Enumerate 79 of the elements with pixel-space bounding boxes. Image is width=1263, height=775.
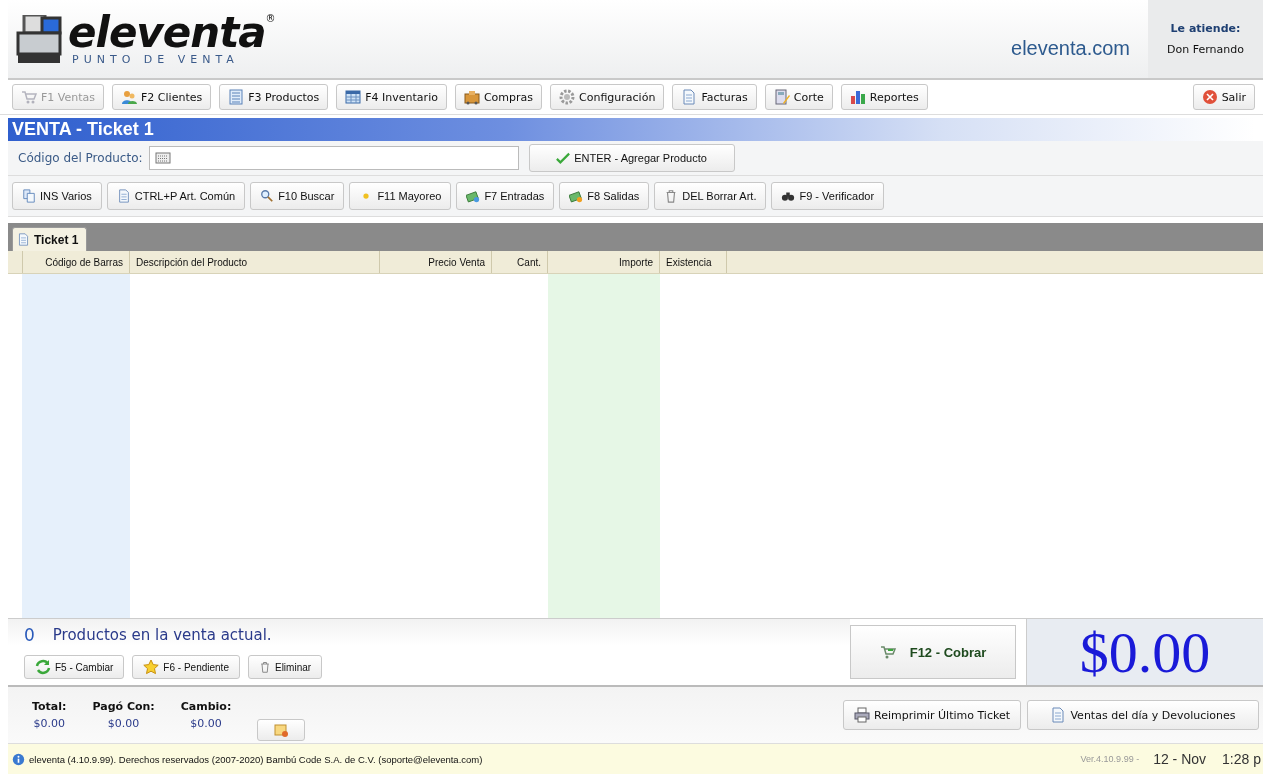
column-header[interactable]: Cant.: [492, 251, 548, 273]
column-header[interactable]: Descripción del Producto: [130, 251, 380, 273]
column-header[interactable]: Existencia: [660, 251, 727, 273]
document-icon: [17, 233, 30, 246]
cart-icon: [879, 644, 896, 660]
total-value: $0.00: [107, 717, 140, 730]
ticket-button[interactable]: Eliminar: [247, 655, 323, 679]
money-icon: [466, 189, 481, 203]
action-button[interactable]: F9 - Verificador: [771, 182, 885, 210]
registered-mark: ®: [265, 12, 275, 26]
action-button[interactable]: F7 Entradas: [456, 182, 555, 210]
list-icon: [228, 89, 245, 105]
date-text: 12 - Nov: [1153, 751, 1207, 767]
nav-button[interactable]: F3 Productos: [219, 84, 329, 110]
action-button[interactable]: F11 Mayoreo: [349, 182, 452, 210]
column-header[interactable]: Importe: [548, 251, 660, 273]
action-button[interactable]: F10 Buscar: [250, 182, 345, 210]
total-value: $0.00: [33, 717, 65, 730]
charge-button[interactable]: F12 - Cobrar: [850, 625, 1016, 679]
action-button[interactable]: CTRL+P Art. Común: [106, 182, 246, 210]
people-icon: [121, 89, 138, 105]
product-count: 0: [24, 625, 35, 645]
field-label: Código del Producto:: [18, 151, 143, 165]
column-header[interactable]: Código de Barras: [22, 251, 130, 273]
logo-tagline: PUNTO DE VENTA: [71, 52, 240, 66]
ticket-tab[interactable]: Ticket 1: [12, 227, 88, 251]
nav-button[interactable]: Facturas: [672, 84, 757, 110]
info-icon: [12, 752, 25, 766]
documents-icon: [22, 189, 36, 203]
money-icon: [569, 189, 584, 203]
column-header[interactable]: Precio Venta: [380, 251, 492, 273]
action-button[interactable]: F8 Salidas: [559, 182, 650, 210]
calculator-pencil-icon: [773, 89, 790, 105]
settings-icon: [559, 89, 576, 105]
logo-wordmark: eleventa: [68, 12, 266, 53]
check-icon: [556, 151, 571, 165]
attendant-label: Le atiende:: [1170, 22, 1241, 35]
copyright-text: eleventa (4.10.9.99). Derechos reservados (2007-2020) Bambú Code S.A. de C.V. (soporte@eleventa.com): [29, 753, 483, 765]
box-icon: [463, 89, 480, 105]
report-button[interactable]: Reimprimir Último Ticket: [843, 700, 1021, 730]
refresh-icon: [35, 659, 51, 675]
nav-button[interactable]: Reportes: [840, 84, 928, 110]
nav-button[interactable]: Corte: [764, 84, 833, 110]
total-value: $0.00: [190, 717, 222, 730]
total-display: $0.00: [1026, 619, 1263, 685]
report-button[interactable]: Ventas del día y Devoluciones: [1027, 700, 1259, 730]
nav-button[interactable]: Compras: [454, 84, 543, 110]
total-label: Total:: [32, 700, 67, 713]
ticket-button[interactable]: F6 - Pendiente: [132, 655, 240, 679]
version-text: Ver.4.10.9.99 -: [1080, 754, 1141, 764]
keyboard-icon: [153, 150, 172, 166]
search-icon: [260, 189, 275, 203]
add-product-button[interactable]: ENTER - Agregar Producto: [528, 144, 735, 172]
product-count-label: Productos en la venta actual.: [52, 626, 272, 644]
total-label: Cambio:: [180, 700, 232, 713]
document-icon: [1050, 707, 1067, 723]
total-label: Pagó Con:: [92, 700, 155, 713]
exit-button[interactable]: Salir: [1192, 84, 1255, 110]
table-icon: [345, 89, 362, 105]
ticket-button[interactable]: F5 - Cambiar: [24, 655, 125, 679]
document-icon: [681, 89, 698, 105]
product-code-field[interactable]: [148, 146, 519, 170]
website-link[interactable]: eleventa.com: [1011, 18, 1148, 60]
action-button[interactable]: DEL Borrar Art.: [654, 182, 767, 210]
cash-drawer-button[interactable]: [257, 719, 306, 741]
bar-chart-icon: [849, 89, 866, 105]
nav-button[interactable]: F2 Clientes: [112, 84, 212, 110]
exit-icon: [1201, 89, 1218, 105]
trash-icon: [258, 661, 271, 673]
action-button[interactable]: INS Varios: [12, 182, 102, 210]
printer-icon: [854, 707, 870, 723]
attendant-name: Don Fernando: [1167, 43, 1244, 56]
nav-button[interactable]: F4 Inventario: [336, 84, 447, 110]
cart-icon: [21, 89, 37, 105]
cash-register-icon: [14, 15, 64, 63]
time-text: 1:28 p: [1222, 751, 1261, 767]
nav-button[interactable]: Configuración: [550, 84, 665, 110]
drawer-icon: [273, 722, 290, 738]
document-icon: [116, 189, 131, 203]
